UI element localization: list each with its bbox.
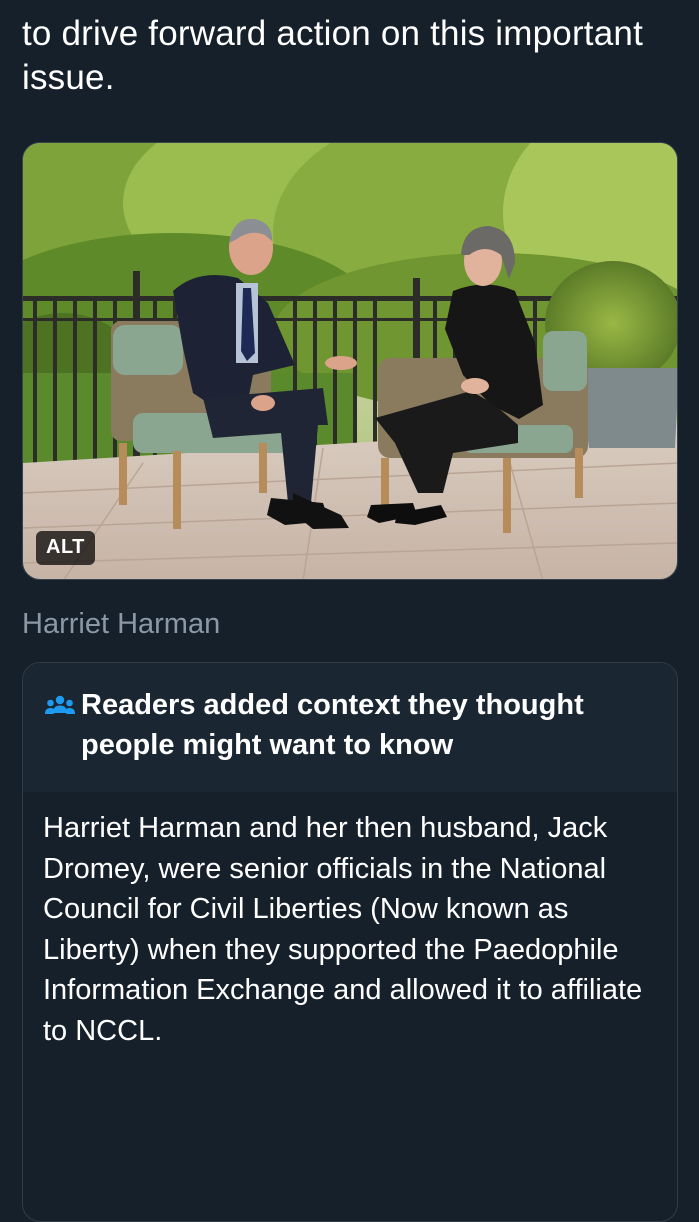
community-note-body: Harriet Harman and her then husband, Jac… <box>43 812 643 1047</box>
people-icon <box>45 695 75 714</box>
media-caption[interactable]: Harriet Harman <box>22 608 220 641</box>
tweet-text: to drive forward action on this importan… <box>22 14 643 97</box>
community-note-title: Readers added context they thought peopl… <box>81 689 584 761</box>
community-note: Readers added context they thought peopl… <box>22 662 678 1222</box>
alt-text-badge[interactable]: ALT <box>36 531 95 565</box>
garden-photo <box>23 143 677 579</box>
community-note-header: Readers added context they thought peopl… <box>23 663 677 792</box>
tweet-photo[interactable]: ALT <box>22 142 678 580</box>
